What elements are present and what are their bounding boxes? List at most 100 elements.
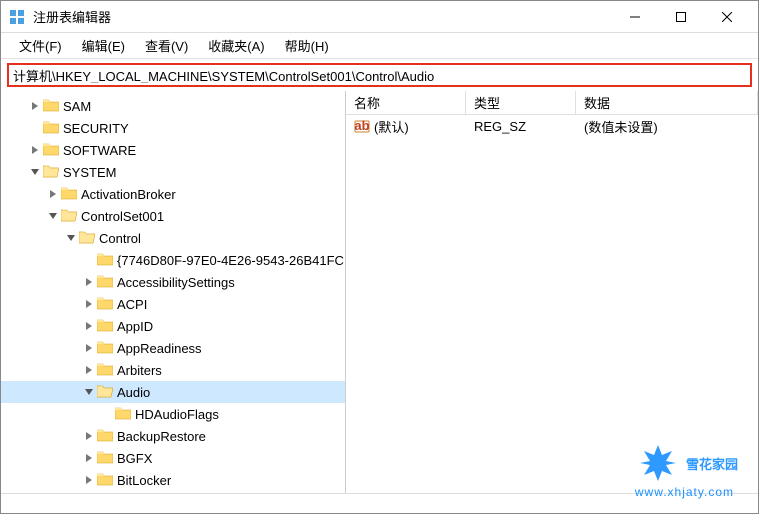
menu-view[interactable]: 查看(V) <box>135 34 198 57</box>
folder-icon <box>79 230 99 247</box>
tree-label: BitLocker <box>117 473 171 488</box>
chevron-icon[interactable] <box>81 362 97 378</box>
folder-icon <box>115 406 135 423</box>
addressbar[interactable] <box>7 63 752 87</box>
chevron-icon[interactable] <box>27 164 43 180</box>
snowflake-icon <box>638 443 678 483</box>
tree-label: SOFTWARE <box>63 143 136 158</box>
folder-icon <box>61 186 81 203</box>
tree-label: ControlSet001 <box>81 209 164 224</box>
chevron-icon[interactable] <box>27 98 43 114</box>
tree-item[interactable]: ActivationBroker <box>1 183 345 205</box>
header-type[interactable]: 类型 <box>466 91 576 114</box>
watermark-text: 雪花家园 <box>686 454 738 473</box>
tree-item[interactable]: AppReadiness <box>1 337 345 359</box>
tree-item[interactable]: SOFTWARE <box>1 139 345 161</box>
folder-icon <box>43 142 63 159</box>
tree-item[interactable]: Control <box>1 227 345 249</box>
chevron-icon[interactable] <box>27 142 43 158</box>
titlebar: 注册表编辑器 <box>1 1 758 33</box>
folder-icon <box>97 340 117 357</box>
folder-icon <box>97 318 117 335</box>
chevron-icon[interactable] <box>99 406 115 422</box>
app-icon <box>9 9 25 25</box>
tree-label: BGFX <box>117 451 152 466</box>
header-name[interactable]: 名称 <box>346 91 466 114</box>
folder-icon <box>97 362 117 379</box>
tree-item[interactable]: SECURITY <box>1 117 345 139</box>
cell-name: ab(默认) <box>346 115 466 138</box>
tree-item[interactable]: {7746D80F-97E0-4E26-9543-26B41FC <box>1 249 345 271</box>
tree-item[interactable]: ControlSet001 <box>1 205 345 227</box>
chevron-icon[interactable] <box>81 340 97 356</box>
folder-icon <box>97 252 117 269</box>
folder-icon <box>97 296 117 313</box>
tree-label: HDAudioFlags <box>135 407 219 422</box>
cell-data: (数值未设置) <box>576 115 758 138</box>
minimize-button[interactable] <box>612 1 658 33</box>
maximize-button[interactable] <box>658 1 704 33</box>
tree-item[interactable]: BitLocker <box>1 469 345 491</box>
tree-label: SYSTEM <box>63 165 116 180</box>
chevron-icon[interactable] <box>81 274 97 290</box>
chevron-icon[interactable] <box>45 208 61 224</box>
folder-icon <box>61 208 81 225</box>
tree-item[interactable]: Arbiters <box>1 359 345 381</box>
tree-label: SECURITY <box>63 121 129 136</box>
list-body: ab(默认)REG_SZ(数值未设置) <box>346 115 758 137</box>
tree-label: BackupRestore <box>117 429 206 444</box>
chevron-icon[interactable] <box>81 318 97 334</box>
header-data[interactable]: 数据 <box>576 91 758 114</box>
window-controls <box>612 1 750 33</box>
tree-item[interactable]: SAM <box>1 95 345 117</box>
tree-item[interactable]: Audio <box>1 381 345 403</box>
menu-favorites[interactable]: 收藏夹(A) <box>198 34 274 57</box>
folder-icon <box>97 450 117 467</box>
tree-label: AccessibilitySettings <box>117 275 235 290</box>
cell-type: REG_SZ <box>466 117 576 136</box>
chevron-icon[interactable] <box>81 296 97 312</box>
svg-text:ab: ab <box>354 118 369 133</box>
list-pane[interactable]: 名称 类型 数据 ab(默认)REG_SZ(数值未设置) <box>346 91 758 493</box>
chevron-icon[interactable] <box>45 186 61 202</box>
menu-file[interactable]: 文件(F) <box>9 34 72 57</box>
folder-icon <box>43 120 63 137</box>
tree-label: Audio <box>117 385 150 400</box>
folder-icon <box>97 428 117 445</box>
tree-item[interactable]: BackupRestore <box>1 425 345 447</box>
tree-label: AppID <box>117 319 153 334</box>
menu-edit[interactable]: 编辑(E) <box>72 34 135 57</box>
address-input[interactable] <box>13 68 746 83</box>
folder-icon <box>43 164 63 181</box>
chevron-icon[interactable] <box>81 428 97 444</box>
chevron-icon[interactable] <box>81 252 97 268</box>
tree-label: ACPI <box>117 297 147 312</box>
tree-pane[interactable]: SAM SECURITY SOFTWARE SYSTEM ActivationBroke… <box>1 91 346 493</box>
tree-item[interactable]: HDAudioFlags <box>1 403 345 425</box>
close-button[interactable] <box>704 1 750 33</box>
tree-label: {7746D80F-97E0-4E26-9543-26B41FC <box>117 253 344 268</box>
content-area: SAM SECURITY SOFTWARE SYSTEM ActivationBroke… <box>1 91 758 493</box>
watermark-url: www.xhjaty.com <box>635 485 734 499</box>
tree-item[interactable]: SYSTEM <box>1 161 345 183</box>
tree-item[interactable]: BGFX <box>1 447 345 469</box>
tree-item[interactable]: ACPI <box>1 293 345 315</box>
list-header: 名称 类型 数据 <box>346 91 758 115</box>
addressbar-container <box>1 59 758 91</box>
folder-icon <box>97 274 117 291</box>
tree-label: Arbiters <box>117 363 162 378</box>
tree-item[interactable]: AccessibilitySettings <box>1 271 345 293</box>
chevron-icon[interactable] <box>63 230 79 246</box>
chevron-icon[interactable] <box>81 450 97 466</box>
list-row[interactable]: ab(默认)REG_SZ(数值未设置) <box>346 115 758 137</box>
folder-icon <box>97 472 117 489</box>
tree-item[interactable]: AppID <box>1 315 345 337</box>
tree-label: ActivationBroker <box>81 187 176 202</box>
chevron-icon[interactable] <box>81 472 97 488</box>
chevron-icon[interactable] <box>81 384 97 400</box>
chevron-icon[interactable] <box>27 120 43 136</box>
tree-item[interactable]: BitlockerStatus <box>1 491 345 493</box>
tree-label: Control <box>99 231 141 246</box>
watermark: 雪花家园 <box>638 443 738 483</box>
menu-help[interactable]: 帮助(H) <box>275 34 339 57</box>
